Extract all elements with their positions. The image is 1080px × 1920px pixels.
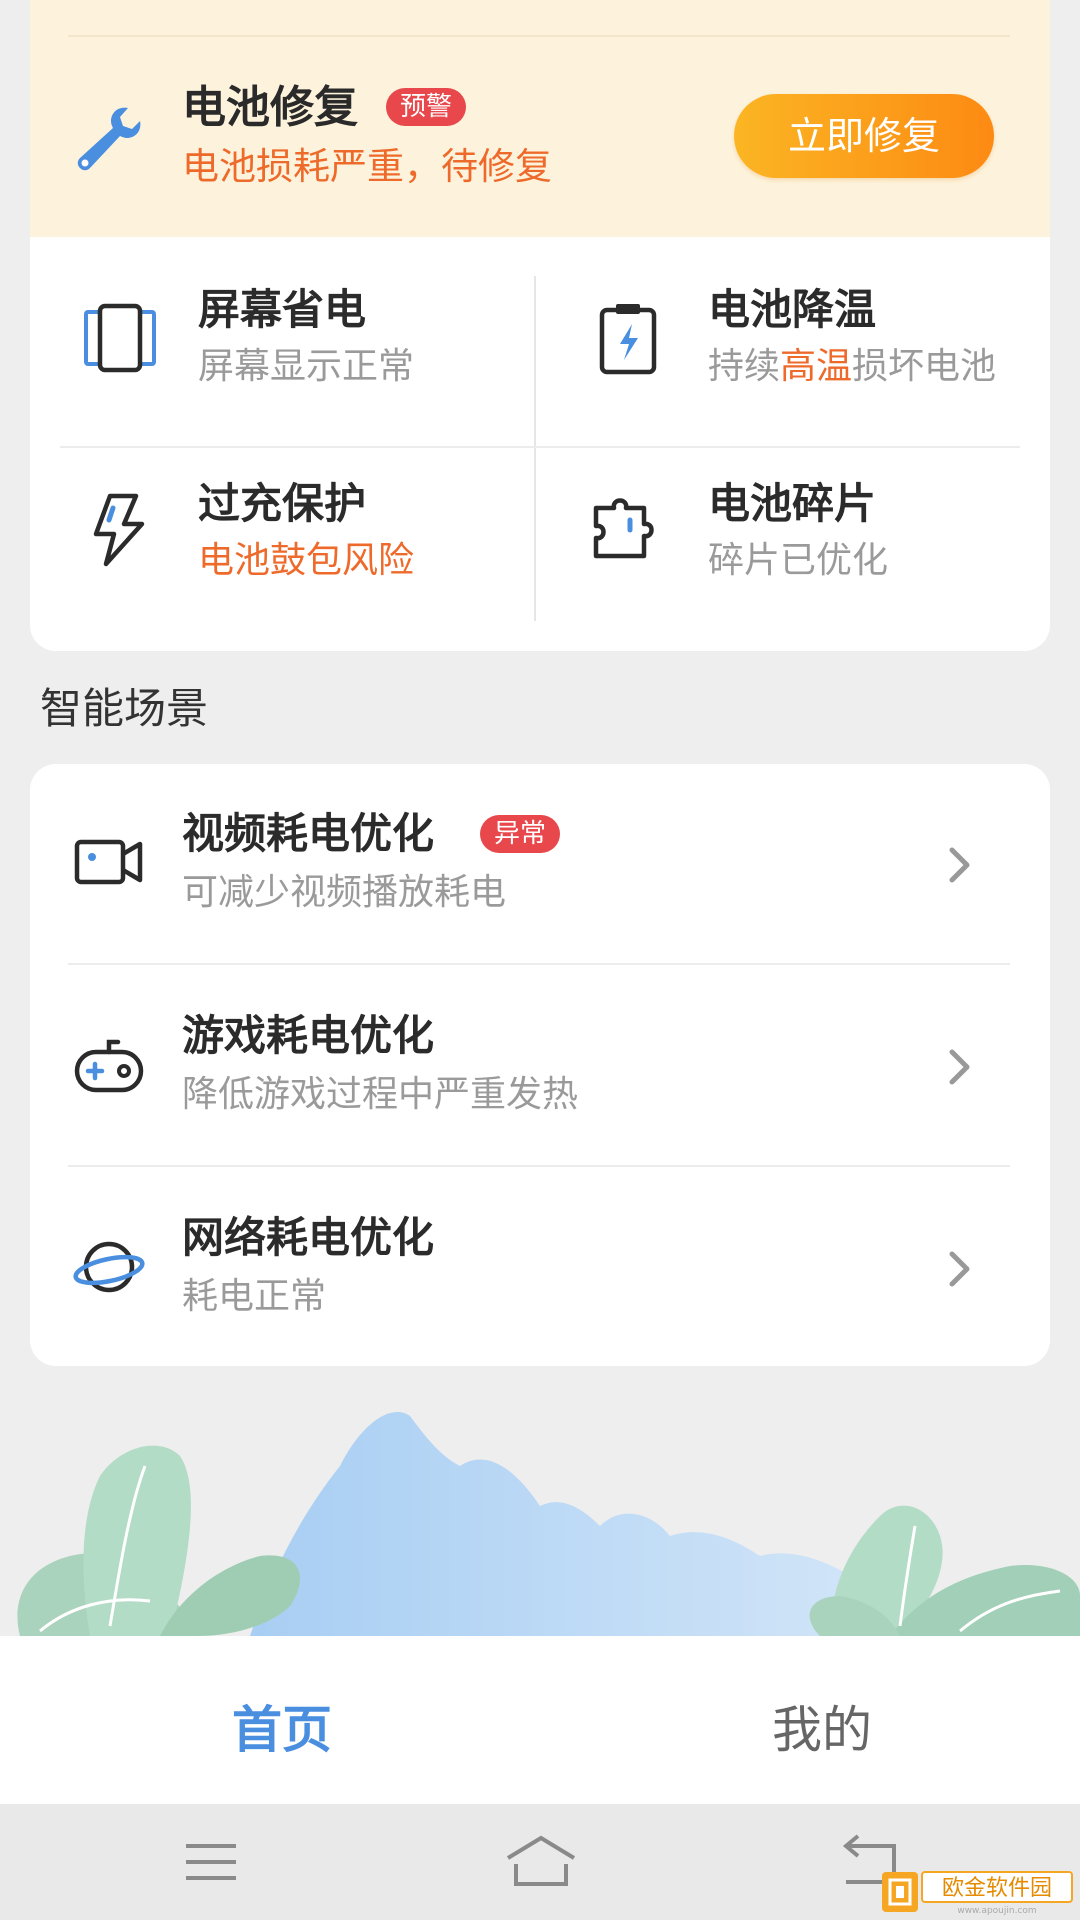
menu-icon[interactable] — [166, 1830, 256, 1894]
watermark-logo: 欧金软件园 www.apoujin.com — [880, 1868, 1075, 1916]
chevron-right-icon — [940, 840, 980, 890]
feature-title: 过充保护 — [198, 479, 367, 528]
scene-row-network[interactable] — [30, 1167, 1050, 1365]
scene-row-game[interactable] — [30, 965, 1050, 1165]
abnormal-badge: 异常 — [480, 815, 561, 853]
repair-now-button[interactable]: 立即修复 — [734, 94, 994, 178]
gamepad-icon — [72, 1030, 146, 1104]
battery-repair-subtitle: 电池损耗严重，待修复 — [182, 145, 552, 188]
chevron-right-icon — [940, 1244, 980, 1294]
scene-title: 游戏耗电优化 — [182, 1011, 435, 1060]
feature-overcharge-protection[interactable]: 过充保护 电池鼓包风险 — [60, 448, 534, 618]
battery-repair-title: 电池修复 — [182, 82, 358, 133]
status-text: 损坏电池 — [852, 346, 997, 387]
status-text: 持续 — [708, 346, 781, 387]
feature-screen-saving[interactable]: 屏幕省电 屏幕显示正常 — [60, 276, 534, 446]
feature-status: 持续高温损坏电池 — [708, 344, 996, 390]
scene-subtitle: 降低游戏过程中严重发热 — [182, 1074, 579, 1115]
feature-battery-cooling[interactable]: 电池降温 持续高温损坏电池 — [536, 276, 1046, 446]
divider — [68, 35, 1010, 37]
svg-text:欧金软件园: 欧金软件园 — [942, 1876, 1052, 1901]
scene-subtitle: 可减少视频播放耗电 — [182, 872, 507, 913]
feature-title: 屏幕省电 — [198, 285, 367, 334]
feature-status: 碎片已优化 — [708, 540, 889, 581]
feature-title: 电池碎片 — [708, 479, 877, 528]
status-highlight: 高温 — [780, 346, 853, 387]
tab-home[interactable]: 首页 — [132, 1700, 432, 1760]
tab-mine[interactable]: 我的 — [672, 1700, 972, 1760]
screen-icon — [80, 298, 160, 378]
feature-status: 屏幕显示正常 — [198, 346, 415, 387]
scene-subtitle: 耗电正常 — [182, 1276, 327, 1317]
planet-icon — [72, 1230, 146, 1304]
puzzle-icon — [588, 490, 668, 570]
feature-battery-fragments[interactable]: 电池碎片 碎片已优化 — [536, 448, 1046, 618]
chevron-right-icon — [940, 1042, 980, 1092]
video-camera-icon — [72, 824, 146, 898]
lightning-icon — [80, 490, 160, 570]
feature-title: 电池降温 — [708, 285, 877, 334]
svg-text:www.apoujin.com: www.apoujin.com — [957, 1906, 1036, 1916]
decorative-illustration — [0, 1396, 1080, 1636]
battery-cool-icon — [588, 298, 668, 378]
feature-status: 电池鼓包风险 — [198, 540, 415, 581]
warning-badge: 预警 — [386, 88, 467, 126]
scene-title: 网络耗电优化 — [182, 1213, 435, 1262]
section-title: 智能场景 — [40, 684, 209, 733]
wrench-icon — [70, 100, 146, 176]
scene-row-video[interactable] — [30, 764, 1050, 964]
home-icon[interactable] — [496, 1830, 586, 1894]
scene-title: 视频耗电优化 — [182, 809, 435, 858]
